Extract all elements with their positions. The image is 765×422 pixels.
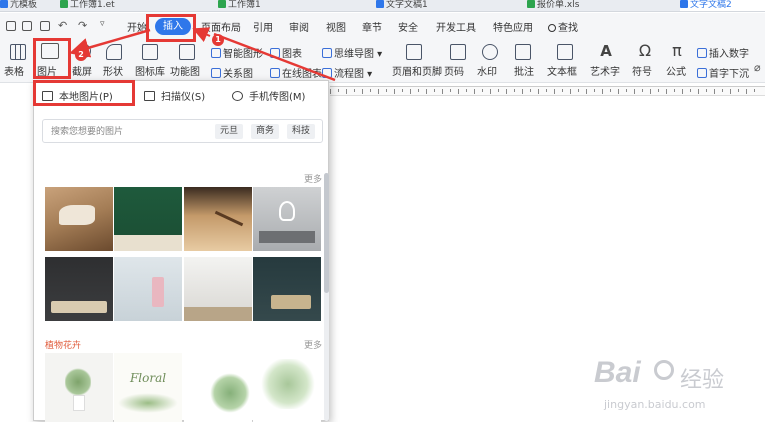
watermark-brand: Bai: [594, 356, 641, 389]
arrow-to-picture: [69, 28, 151, 58]
arrow-to-insert: [192, 27, 211, 43]
step-badge-1: 1: [212, 34, 224, 46]
step-badge-2: 2: [75, 49, 87, 61]
watermark-suffix: 经验: [680, 368, 725, 393]
watermark-url: jingyan.baidu.com: [604, 398, 706, 411]
baidu-watermark: Bai 经验 jingyan.baidu.com: [594, 354, 764, 418]
paw-logo-icon: [654, 360, 674, 380]
arrow-line-1: [213, 32, 336, 82]
